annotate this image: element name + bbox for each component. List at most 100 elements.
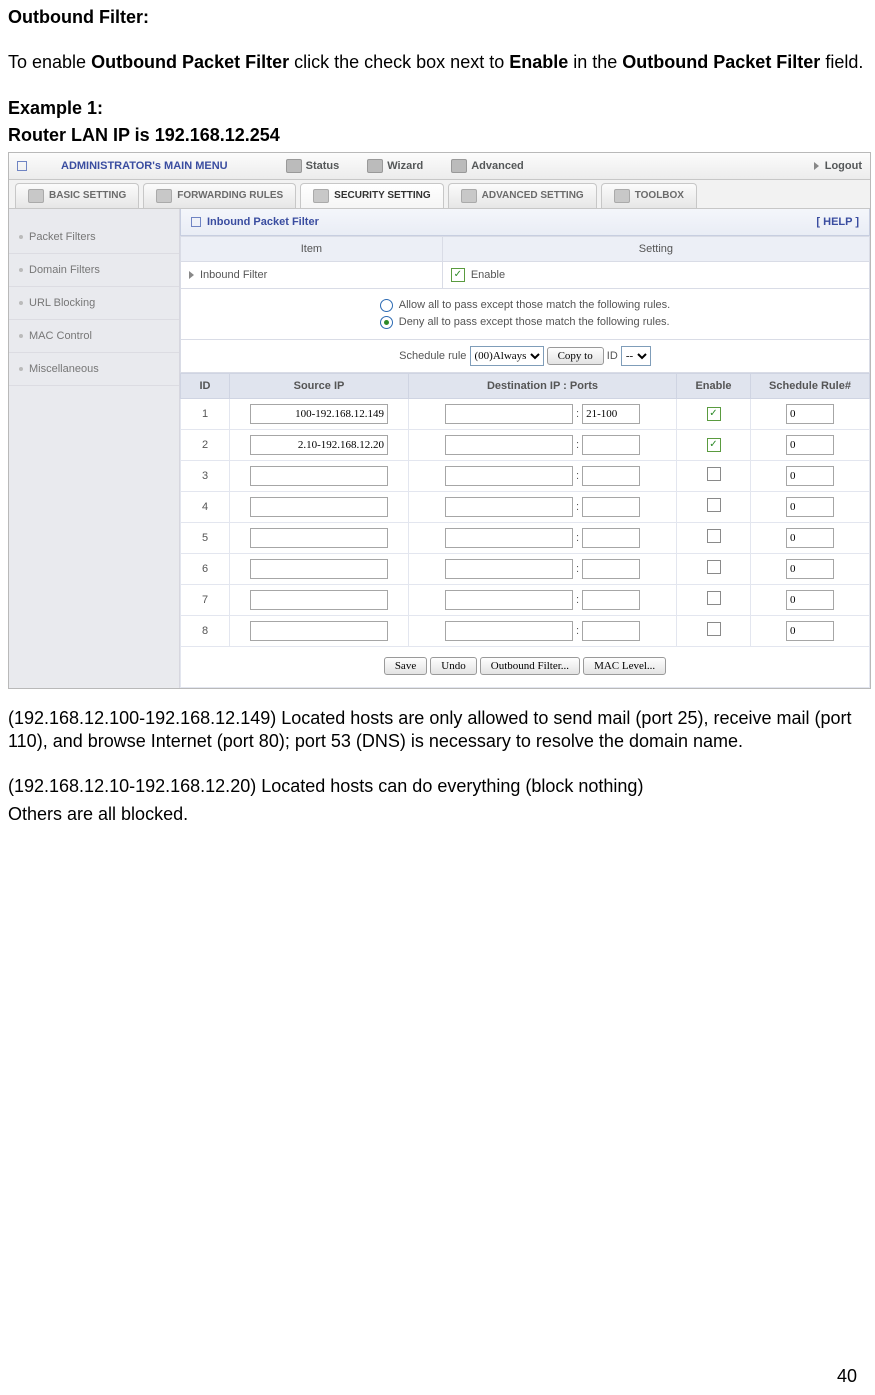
table-row: 1 : <box>181 398 870 429</box>
paragraph-hosts-1: (192.168.12.100-192.168.12.149) Located … <box>8 707 867 754</box>
outbound-filter-button[interactable]: Outbound Filter... <box>480 657 580 675</box>
rule-id: 2 <box>181 429 230 460</box>
schedule-label: Schedule rule <box>399 350 466 362</box>
source-ip-input[interactable] <box>250 528 388 548</box>
dest-port-input[interactable] <box>582 497 640 517</box>
dest-ip-input[interactable] <box>445 497 573 517</box>
enable-rule-checkbox[interactable] <box>707 529 721 543</box>
rules-header-sched: Schedule Rule# <box>751 373 870 398</box>
dest-port-input[interactable] <box>582 404 640 424</box>
rule-id: 6 <box>181 553 230 584</box>
link-label: Advanced <box>471 160 524 172</box>
status-link[interactable]: Status <box>286 159 340 173</box>
save-button[interactable]: Save <box>384 657 427 675</box>
enable-rule-checkbox[interactable] <box>707 438 721 452</box>
enable-rule-checkbox[interactable] <box>707 622 721 636</box>
schedule-row: Schedule rule (00)Always Copy to ID -- <box>181 339 870 372</box>
tab-security-setting[interactable]: SECURITY SETTING <box>300 183 444 208</box>
sidebar-item-label: URL Blocking <box>29 297 95 309</box>
tab-toolbox[interactable]: TOOLBOX <box>601 183 697 208</box>
schedule-rule-input[interactable] <box>786 497 834 517</box>
dest-ip-input[interactable] <box>445 590 573 610</box>
inbound-filter-label-cell: Inbound Filter <box>181 261 443 288</box>
link-label: Logout <box>825 160 862 172</box>
wizard-link[interactable]: Wizard <box>367 159 423 173</box>
enable-checkbox[interactable] <box>451 268 465 282</box>
dest-ip-input[interactable] <box>445 559 573 579</box>
table-row: 4 : <box>181 491 870 522</box>
dest-ip-input[interactable] <box>445 466 573 486</box>
undo-button[interactable]: Undo <box>430 657 476 675</box>
dest-ip-input[interactable] <box>445 404 573 424</box>
top-bar: ADMINISTRATOR's MAIN MENU Status Wizard … <box>9 153 870 180</box>
text-bold: Outbound Packet Filter <box>91 52 289 72</box>
dest-port-input[interactable] <box>582 528 640 548</box>
schedule-rule-input[interactable] <box>786 435 834 455</box>
rule-id: 7 <box>181 584 230 615</box>
copy-to-button[interactable]: Copy to <box>547 347 604 365</box>
radio-allow[interactable] <box>380 299 393 312</box>
enable-rule-checkbox[interactable] <box>707 591 721 605</box>
source-ip-input[interactable] <box>250 621 388 641</box>
basic-icon <box>28 189 44 203</box>
dest-port-input[interactable] <box>582 621 640 641</box>
sidebar-item-packet-filters[interactable]: Packet Filters <box>9 221 179 254</box>
help-link[interactable]: [ HELP ] <box>816 216 859 228</box>
enable-rule-checkbox[interactable] <box>707 498 721 512</box>
tab-advanced-setting[interactable]: ADVANCED SETTING <box>448 183 597 208</box>
radio-deny[interactable] <box>380 316 393 329</box>
table-row: 5 : <box>181 522 870 553</box>
source-ip-input[interactable] <box>250 559 388 579</box>
enable-rule-checkbox[interactable] <box>707 560 721 574</box>
dest-port-input[interactable] <box>582 590 640 610</box>
text: click the check box next to <box>289 52 509 72</box>
source-ip-input[interactable] <box>250 404 388 424</box>
dest-port-input[interactable] <box>582 559 640 579</box>
dest-ip-input[interactable] <box>445 621 573 641</box>
bullet-icon <box>19 367 23 371</box>
dest-ip-input[interactable] <box>445 528 573 548</box>
sidebar-item-domain-filters[interactable]: Domain Filters <box>9 254 179 287</box>
schedule-rule-input[interactable] <box>786 404 834 424</box>
bullet-icon <box>19 301 23 305</box>
sidebar-item-miscellaneous[interactable]: Miscellaneous <box>9 353 179 386</box>
inbound-filter-value-cell: Enable <box>442 261 869 288</box>
source-ip-input[interactable] <box>250 497 388 517</box>
mac-level-button[interactable]: MAC Level... <box>583 657 666 675</box>
enable-label: Enable <box>471 269 505 281</box>
dest-port-input[interactable] <box>582 435 640 455</box>
rule-mode-cell: Allow all to pass except those match the… <box>181 288 870 339</box>
link-label: Status <box>306 160 340 172</box>
logout-link[interactable]: Logout <box>814 160 862 172</box>
tab-basic-setting[interactable]: BASIC SETTING <box>15 183 139 208</box>
id-select[interactable]: -- <box>621 346 651 366</box>
text-bold: Enable <box>509 52 568 72</box>
source-ip-input[interactable] <box>250 466 388 486</box>
rule-id: 3 <box>181 460 230 491</box>
advanced-link[interactable]: Advanced <box>451 159 524 173</box>
tab-forwarding-rules[interactable]: FORWARDING RULES <box>143 183 296 208</box>
schedule-rule-input[interactable] <box>786 466 834 486</box>
schedule-rule-input[interactable] <box>786 621 834 641</box>
dest-ip-input[interactable] <box>445 435 573 455</box>
source-ip-input[interactable] <box>250 590 388 610</box>
enable-rule-checkbox[interactable] <box>707 467 721 481</box>
schedule-select[interactable]: (00)Always <box>470 346 544 366</box>
router-screenshot: ADMINISTRATOR's MAIN MENU Status Wizard … <box>8 152 871 689</box>
rule-id: 8 <box>181 615 230 646</box>
enable-rule-checkbox[interactable] <box>707 407 721 421</box>
security-icon <box>313 189 329 203</box>
tab-label: ADVANCED SETTING <box>482 190 584 201</box>
sidebar-item-url-blocking[interactable]: URL Blocking <box>9 287 179 320</box>
schedule-rule-input[interactable] <box>786 528 834 548</box>
paragraph-hosts-2b: Others are all blocked. <box>8 803 867 826</box>
sidebar-item-mac-control[interactable]: MAC Control <box>9 320 179 353</box>
example-label: Example 1: <box>8 97 867 120</box>
schedule-rule-input[interactable] <box>786 590 834 610</box>
bullet-icon <box>19 235 23 239</box>
radio-deny-label: Deny all to pass except those match the … <box>399 316 670 328</box>
dest-port-input[interactable] <box>582 466 640 486</box>
source-ip-input[interactable] <box>250 435 388 455</box>
schedule-rule-input[interactable] <box>786 559 834 579</box>
rule-id: 1 <box>181 398 230 429</box>
